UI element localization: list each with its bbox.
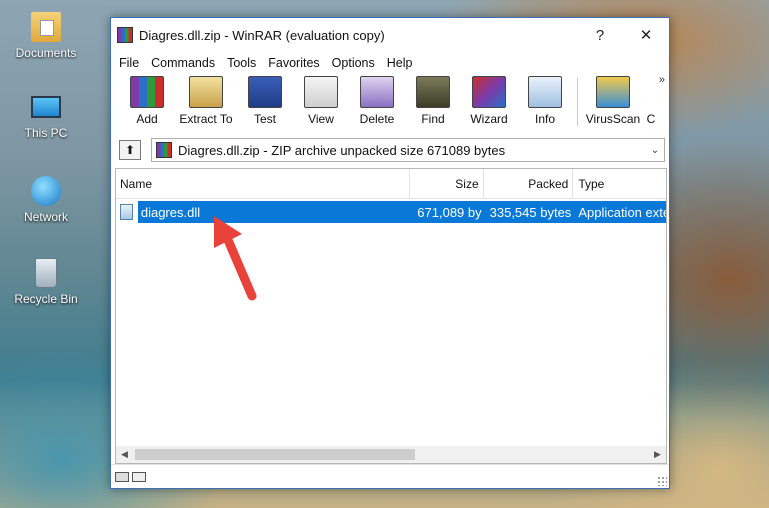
delete-button[interactable]: Delete: [349, 74, 405, 126]
sort-caret-icon: ⌃: [259, 168, 267, 175]
close-button[interactable]: ✕: [623, 18, 669, 52]
add-button[interactable]: Add: [119, 74, 175, 126]
view-button[interactable]: View: [293, 74, 349, 126]
file-list: ⌃ Name Size Packed Type diagres.dll 671,…: [115, 168, 667, 464]
file-name: diagres.dll: [137, 201, 410, 223]
column-header-packed[interactable]: Packed: [484, 169, 574, 199]
view-glasses-icon: [301, 74, 341, 110]
menu-favorites[interactable]: Favorites: [264, 56, 327, 70]
winrar-window: Diagres.dll.zip - WinRAR (evaluation cop…: [110, 17, 670, 489]
delete-icon: [357, 74, 397, 110]
up-folder-button[interactable]: ⬆: [119, 140, 141, 160]
virusscan-button[interactable]: VirusScan: [582, 74, 644, 126]
path-dropdown[interactable]: Diagres.dll.zip - ZIP archive unpacked s…: [151, 138, 665, 162]
desktop-icon-this-pc[interactable]: This PC: [6, 92, 86, 140]
scroll-right-icon[interactable]: ▶: [649, 446, 666, 463]
extract-to-button[interactable]: Extract To: [175, 74, 237, 126]
find-label: Find: [421, 112, 445, 126]
test-label: Test: [253, 112, 276, 126]
virusscan-icon: [593, 74, 633, 110]
archive-icon: [156, 142, 172, 158]
desktop-icon-label: Documents: [15, 46, 77, 60]
file-size: 671,089 by: [409, 201, 484, 223]
desktop-icon-documents[interactable]: Documents: [6, 12, 86, 60]
add-label: Add: [136, 112, 158, 126]
menu-file[interactable]: File: [115, 56, 147, 70]
address-bar: ⬆ Diagres.dll.zip - ZIP archive unpacked…: [111, 136, 669, 164]
toolbar-separator: [577, 78, 578, 126]
info-label: Info: [534, 112, 555, 126]
path-text: Diagres.dll.zip - ZIP archive unpacked s…: [178, 142, 506, 158]
wizard-icon: [469, 74, 509, 110]
scroll-track[interactable]: [133, 446, 649, 463]
scroll-thumb[interactable]: [135, 449, 415, 460]
extract-folder-icon: [186, 74, 226, 110]
wizard-label: Wizard: [470, 112, 508, 126]
desktop-icon-label: Recycle Bin: [14, 292, 78, 306]
desktop-icon-label: This PC: [24, 126, 68, 140]
scroll-left-icon[interactable]: ◀: [116, 446, 133, 463]
test-button[interactable]: Test: [237, 74, 293, 126]
menu-help[interactable]: Help: [383, 56, 421, 70]
status-bar: [111, 464, 669, 488]
window-title: Diagres.dll.zip - WinRAR (evaluation cop…: [139, 27, 385, 43]
column-header-type[interactable]: Type: [573, 169, 666, 199]
file-name-cell[interactable]: diagres.dll: [116, 201, 410, 223]
desktop-icon-recycle-bin[interactable]: Recycle Bin: [6, 258, 86, 306]
extract-to-label: Extract To: [179, 112, 233, 126]
wizard-button[interactable]: Wizard: [461, 74, 517, 126]
table-row[interactable]: diagres.dll 671,089 by 335,545 bytes App…: [116, 201, 666, 223]
resize-grip[interactable]: [657, 476, 667, 486]
file-packed: 335,545 bytes: [483, 201, 574, 223]
toolbar: Add Extract To Test View Delete Find Wiz…: [111, 74, 669, 130]
desktop-icon-network[interactable]: Network: [6, 176, 86, 224]
menu-bar: File Commands Tools Favorites Options He…: [111, 52, 669, 74]
help-button[interactable]: ?: [577, 18, 623, 52]
test-checkbook-icon: [245, 74, 285, 110]
virusscan-label: VirusScan: [585, 112, 641, 126]
file-list-header: ⌃ Name Size Packed Type: [116, 169, 666, 199]
add-archive-icon: [127, 74, 167, 110]
find-binoculars-icon: [413, 74, 453, 110]
documents-folder-icon: [31, 12, 61, 42]
title-bar[interactable]: Diagres.dll.zip - WinRAR (evaluation cop…: [111, 18, 669, 52]
recycle-bin-icon: [35, 258, 57, 288]
menu-tools[interactable]: Tools: [223, 56, 264, 70]
comment-label: C: [646, 112, 656, 126]
network-icon: [31, 176, 61, 206]
menu-options[interactable]: Options: [328, 56, 383, 70]
menu-commands[interactable]: Commands: [147, 56, 223, 70]
dll-file-icon: [120, 204, 133, 220]
toolbar-overflow-icon[interactable]: »: [659, 74, 665, 86]
this-pc-icon: [31, 96, 61, 118]
winrar-app-icon: [117, 27, 133, 43]
desktop-icon-label: Network: [23, 210, 68, 224]
info-button[interactable]: Info: [517, 74, 573, 126]
find-button[interactable]: Find: [405, 74, 461, 126]
file-type: Application exte: [573, 201, 666, 223]
delete-label: Delete: [359, 112, 395, 126]
horizontal-scrollbar[interactable]: ◀ ▶: [116, 446, 666, 463]
chevron-down-icon[interactable]: ⌄: [646, 145, 664, 156]
drive-icon[interactable]: [115, 471, 129, 482]
key-icon[interactable]: [132, 471, 146, 482]
view-label: View: [308, 112, 334, 126]
info-icon: [525, 74, 565, 110]
comment-button[interactable]: C: [644, 74, 658, 126]
column-header-size[interactable]: Size: [410, 169, 484, 199]
